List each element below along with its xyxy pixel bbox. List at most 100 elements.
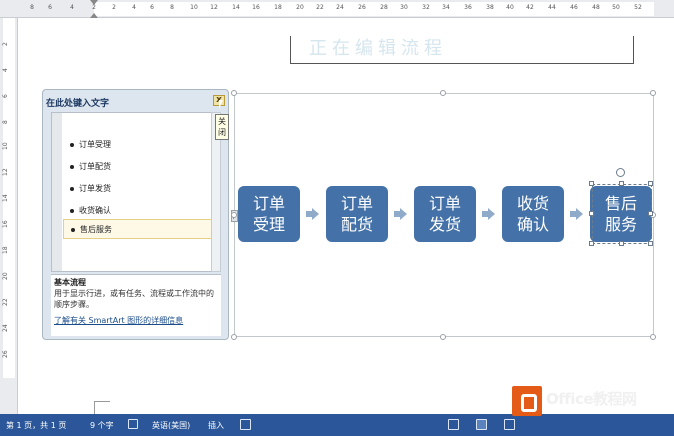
ruler-tick-label: 28 [380,4,388,11]
rotate-handle[interactable] [616,168,625,177]
list-gutter [52,113,62,271]
layout-info-panel: 基本流程 用于显示行进，或有任务、流程或工作流中的顺序步骤。 了解有关 Smar… [51,274,221,336]
ruler-tick-label: 14 [232,4,240,11]
page-count[interactable]: 第 1 页，共 1 页 [6,420,66,431]
selected-shape-outline[interactable] [592,184,652,244]
ruler-tick-label: 22 [316,4,324,11]
ruler-tick-label: 40 [506,4,514,11]
horizontal-ruler[interactable]: 8 6 4 2 2 4 6 8 10 12 14 16 18 20 22 24 26 28 30 32 34 36 38 40… [0,0,674,18]
ruler-tick-label: 42 [526,4,534,11]
insert-mode[interactable]: 插入 [208,420,224,431]
ruler-tick-label: 8 [170,4,174,11]
proofing-icon[interactable] [128,419,138,429]
list-item[interactable]: 订单发货 [63,179,219,199]
shape-resize-handle[interactable] [648,181,653,186]
ruler-tick-label: 2 [2,42,9,46]
text-pane-title: 在此处键入文字 [46,99,110,109]
mouse-pointer-icon [219,100,229,114]
ruler-tick-label: 16 [252,4,260,11]
process-step[interactable]: 订单受理 [238,186,300,242]
ruler-tick-label: 26 [358,4,366,11]
language[interactable]: 英语(美国) [152,420,190,431]
shape-resize-handle[interactable] [589,241,594,246]
macro-icon[interactable] [240,419,251,430]
ruler-tick-label: 20 [2,272,9,280]
ruler-tick-label: 24 [2,324,9,332]
ruler-tick-label: 4 [2,68,9,72]
close-tooltip: 关闭 [215,114,229,140]
process-step[interactable]: 收货确认 [502,186,564,242]
list-item[interactable]: 订单配货 [63,157,219,177]
frame-resize-handle[interactable] [440,334,446,340]
ruler-tick-label: 32 [422,4,430,11]
ruler-tick-label: 52 [634,4,642,11]
watermark-brand: Office教程网 [546,390,637,408]
ruler-tick-label: 16 [2,220,9,228]
frame-resize-handle[interactable] [231,90,237,96]
process-step-label: 订单配货 [340,194,373,234]
layout-name: 基本流程 [54,278,86,287]
frame-resize-handle[interactable] [650,90,656,96]
ruler-tick-label: 12 [2,168,9,176]
vertical-ruler[interactable]: 2 4 6 8 10 12 14 16 18 20 22 24 26 [0,18,18,414]
process-step[interactable]: 订单发货 [414,186,476,242]
shape-resize-handle[interactable] [619,241,624,246]
learn-more-link[interactable]: 了解有关 SmartArt 图形的详细信息 [54,315,183,326]
ruler-tick-label: 8 [30,4,34,11]
ruler-tick-label: 48 [592,4,600,11]
arrow-right-icon [570,208,583,220]
ruler-tick-label: 46 [570,4,578,11]
ruler-tick-label: 6 [150,4,154,11]
process-step-label: 订单受理 [252,194,285,234]
shape-resize-handle[interactable] [648,241,653,246]
ruler-tick-label: 38 [486,4,494,11]
list-item[interactable]: 订单受理 [63,135,219,155]
ruler-tick-label: 14 [2,194,9,202]
ruler-tick-label: 24 [336,4,344,11]
title-text-box[interactable]: 正在编辑流程 [290,36,634,64]
list-item-active[interactable]: 售后服务 [63,219,219,239]
ruler-tick-label: 44 [548,4,556,11]
ruler-tick-label: 4 [132,4,136,11]
process-step[interactable]: 订单配货 [326,186,388,242]
ruler-tick-label: 36 [464,4,472,11]
frame-resize-handle[interactable] [650,334,656,340]
ruler-tick-label: 34 [442,4,450,11]
frame-resize-handle[interactable] [231,334,237,340]
title-text-faded: 正在编辑流程 [309,38,447,59]
list-item[interactable]: 收货确认 [63,201,219,221]
ruler-tick-label: 12 [210,4,218,11]
ruler-tick-label: 22 [2,298,9,306]
word-count[interactable]: 9 个字 [90,420,114,431]
arrow-right-icon [482,208,495,220]
ruler-tick-label: 30 [400,4,408,11]
frame-resize-handle[interactable] [440,90,446,96]
shape-resize-handle[interactable] [589,181,594,186]
arrow-right-icon [306,208,319,220]
read-mode-icon[interactable] [448,419,459,430]
ruler-tick-label: 50 [612,4,620,11]
ruler-tick-label: 10 [2,142,9,150]
frame-resize-handle[interactable] [231,212,237,218]
shape-resize-handle[interactable] [589,211,594,216]
print-layout-icon[interactable] [476,419,487,430]
layout-description: 用于显示行进，或有任务、流程或工作流中的顺序步骤。 [54,289,214,309]
status-bar: 第 1 页，共 1 页 9 个字 英语(美国) 插入 [0,414,674,436]
arrow-right-icon [394,208,407,220]
ruler-tick-label: 6 [2,94,9,98]
ruler-tick-label: 18 [2,246,9,254]
office-logo-icon [512,386,542,416]
shape-resize-handle[interactable] [619,181,624,186]
ruler-tick-label: 2 [112,4,116,11]
ruler-tick-label: 2 [92,4,96,11]
ruler-tick-label: 4 [70,4,74,11]
process-step-label: 订单发货 [428,194,461,234]
ruler-tick-label: 20 [296,4,304,11]
ruler-tick-label: 18 [274,4,282,11]
ruler-tick-label: 26 [2,350,9,358]
shape-resize-handle[interactable] [648,211,653,216]
ruler-tick-label: 10 [190,4,198,11]
smartart-text-pane: 在此处键入文字 x 订单受理 订单配货 订单发货 收货确认 售后服务 基本流程 … [42,89,229,340]
text-pane-list[interactable]: 订单受理 订单配货 订单发货 收货确认 售后服务 [51,112,221,272]
web-layout-icon[interactable] [504,419,515,430]
